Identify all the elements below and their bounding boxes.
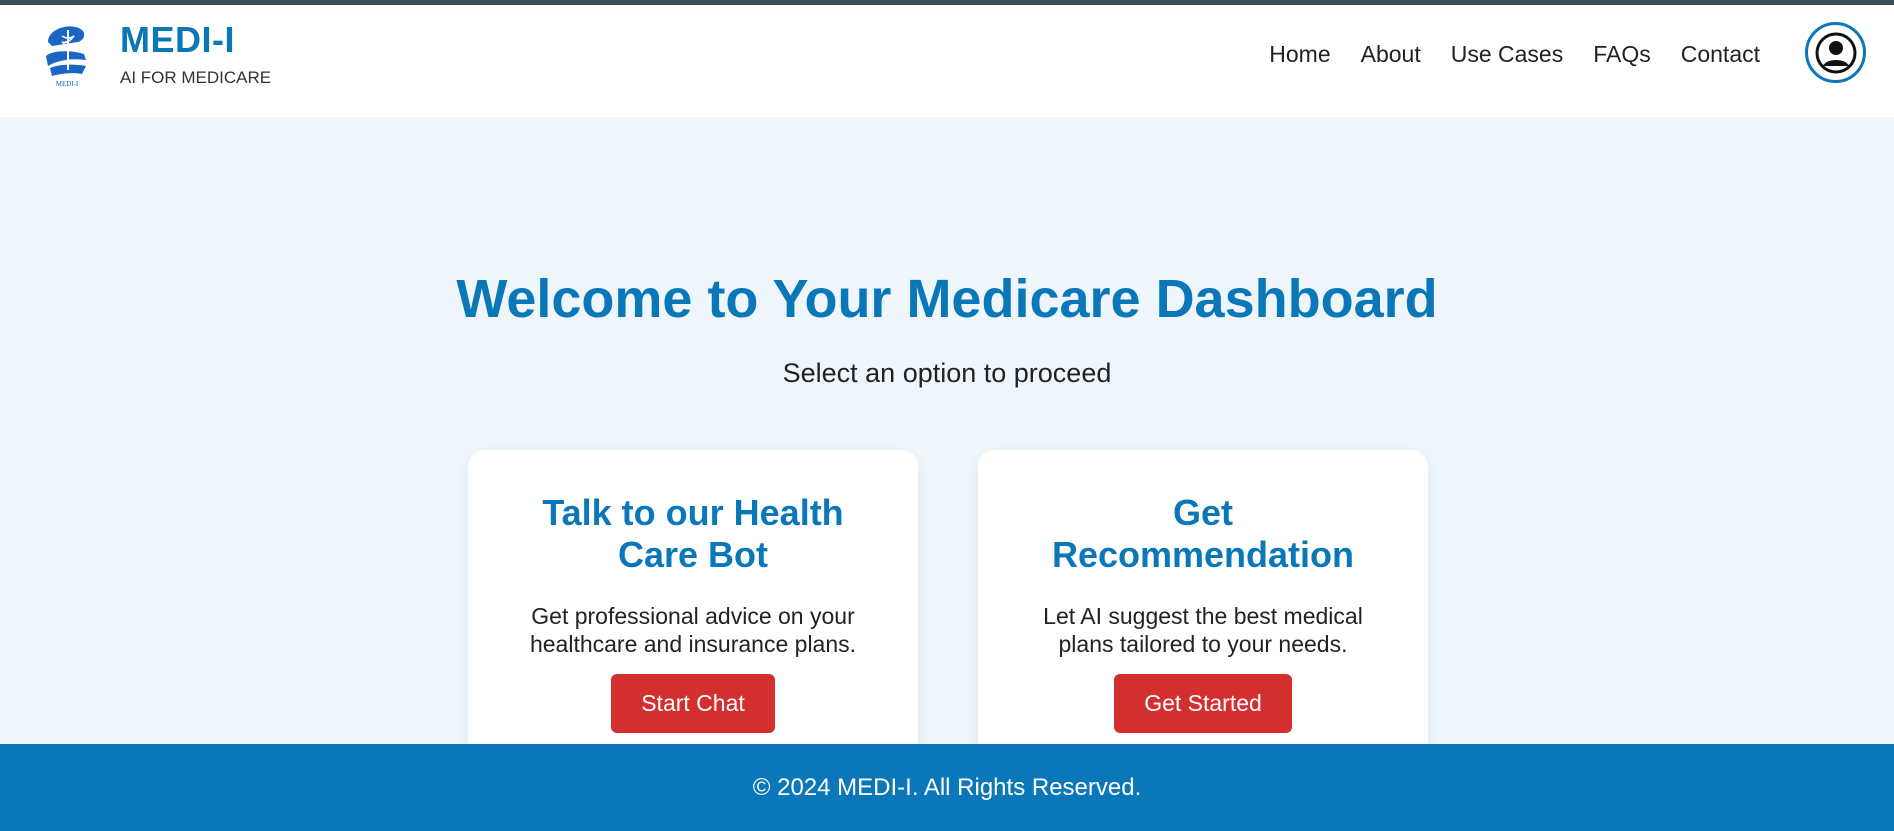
nav-contact[interactable]: Contact [1681,41,1760,68]
footer: © 2024 MEDI-I. All Rights Reserved. [0,744,1894,831]
page-subtitle: Select an option to proceed [782,358,1112,388]
brand-tagline: AI FOR MEDICARE [120,68,272,87]
profile-button[interactable] [1805,22,1866,83]
main-nav: Home About Use Cases FAQs Contact [1269,41,1760,68]
card-description: Get professional advice on your healthca… [529,603,857,657]
nav-about[interactable]: About [1361,41,1421,68]
card-title: Talk to our Health Care Bot [542,492,844,575]
health-care-bot-card: Talk to our Health Care Bot Get professi… [468,450,918,770]
copyright-text: © 2024 MEDI-I. All Rights Reserved. [752,773,1142,801]
nav-home[interactable]: Home [1269,41,1330,68]
get-started-button[interactable]: Get Started [1114,674,1292,733]
recommendation-card: Get Recommendation Let AI suggest the be… [978,450,1428,770]
logo-caption: MEDI-I [56,80,79,88]
brand-name[interactable]: MEDI-I [120,19,235,61]
card-description: Let AI suggest the best medical plans ta… [1043,603,1363,657]
nav-use-cases[interactable]: Use Cases [1451,41,1563,68]
page-title: Welcome to Your Medicare Dashboard [456,269,1438,329]
start-chat-button[interactable]: Start Chat [611,674,775,733]
user-circle-icon [1815,32,1856,73]
card-title: Get Recommendation [1051,492,1355,575]
nav-faqs[interactable]: FAQs [1593,41,1651,68]
top-navigation-bar: MEDI-I MEDI-I AI FOR MEDICARE Home About… [0,0,1894,117]
hand-holding-caduceus-icon[interactable]: MEDI-I [42,20,92,88]
